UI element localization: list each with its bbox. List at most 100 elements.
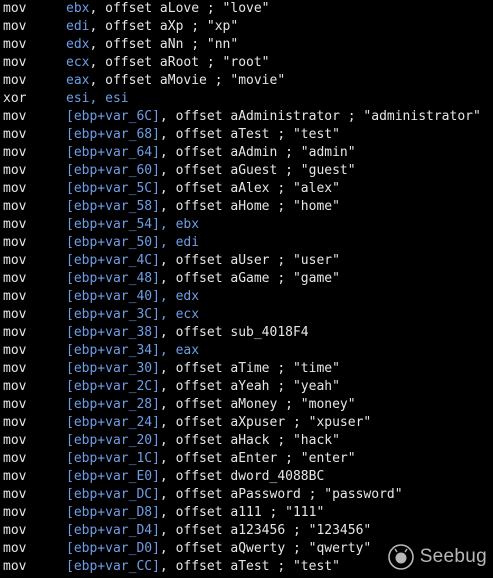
code-line[interactable]: mov [ebp+var_6C], offset aAdministrator ;… [0, 108, 493, 126]
operand-rest: , offset aMovie ; "movie" [89, 73, 286, 88]
code-line[interactable]: mov [ebp+var_48], offset aGame ; "game" [0, 270, 493, 288]
operand-rest: , offset aYeah ; "yeah" [159, 379, 340, 394]
code-line[interactable]: mov [ebp+var_34], eax [0, 342, 493, 360]
code-line[interactable]: mov ecx, offset aRoot ; "root" [0, 54, 493, 72]
operand-register: [ebp+var_38] [66, 325, 160, 340]
operand-register: [ebp+var_D0] [66, 541, 160, 556]
operand-rest: , offset aPassword ; "password" [159, 487, 403, 502]
seebug-logo-icon [387, 544, 414, 570]
code-line[interactable]: mov eax, offset aMovie ; "movie" [0, 72, 493, 90]
operand-register: [ebp+var_54], ebx [66, 217, 200, 232]
code-line[interactable]: mov [ebp+var_40], edx [0, 288, 493, 306]
operand-rest: , offset aUser ; "user" [159, 253, 340, 268]
code-line[interactable]: mov [ebp+var_24], offset aXpuser ; "xpuse… [0, 414, 493, 432]
operand-rest: , offset aHome ; "home" [159, 199, 340, 214]
operand-register: [ebp+var_4C] [66, 253, 160, 268]
mnemonic: mov [3, 397, 27, 412]
operand-register: [ebp+var_3C], ecx [66, 307, 200, 322]
mnemonic: mov [3, 541, 27, 556]
code-line[interactable]: mov [ebp+var_E0], offset dword_4088BC [0, 468, 493, 486]
mnemonic: mov [3, 487, 27, 502]
operands: [ebp+var_1C], offset aEnter ; "enter" [66, 450, 356, 468]
operand-rest: , offset aRoot ; "root" [89, 55, 270, 70]
code-line[interactable]: mov [ebp+var_60], offset aGuest ; "guest" [0, 162, 493, 180]
operands: edx, offset aNn ; "nn" [66, 36, 238, 54]
mnemonic: mov [3, 217, 27, 232]
operand-register: ecx [66, 55, 90, 70]
code-line[interactable]: mov [ebp+var_50], edi [0, 234, 493, 252]
mnemonic: mov [3, 73, 27, 88]
code-line[interactable]: mov [ebp+var_68], offset aTest ; "test" [0, 126, 493, 144]
operands: [ebp+var_CC], offset aTest ; "test" [66, 558, 340, 576]
mnemonic: mov [3, 343, 27, 358]
operand-register: edx [66, 37, 90, 52]
operand-register: [ebp+var_5C] [66, 181, 160, 196]
operands: ebx, offset aLove ; "love" [66, 0, 270, 18]
operand-rest: , offset aTime ; "time" [159, 361, 340, 376]
operand-register: [ebp+var_D8] [66, 505, 160, 520]
code-line[interactable]: mov [ebp+var_30], offset aTime ; "time" [0, 360, 493, 378]
operands: [ebp+var_64], offset aAdmin ; "admin" [66, 144, 356, 162]
operands: [ebp+var_54], ebx [66, 216, 199, 234]
operands: [ebp+var_68], offset aTest ; "test" [66, 126, 340, 144]
operand-register: [ebp+var_60] [66, 163, 160, 178]
operand-rest: , offset aAdministrator ; "administrator… [159, 109, 481, 124]
operand-rest: , offset a123456 ; "123456" [159, 523, 372, 538]
operand-register: [ebp+var_34], eax [66, 343, 200, 358]
operands: [ebp+var_D0], offset aQwerty ; "qwerty" [66, 540, 371, 558]
mnemonic: mov [3, 181, 27, 196]
operand-register: [ebp+var_64] [66, 145, 160, 160]
code-line[interactable]: mov [ebp+var_5C], offset aAlex ; "alex" [0, 180, 493, 198]
operand-register: [ebp+var_20] [66, 433, 160, 448]
code-line[interactable]: mov [ebp+var_DC], offset aPassword ; "pas… [0, 486, 493, 504]
code-line[interactable]: mov [ebp+var_58], offset aHome ; "home" [0, 198, 493, 216]
operands: [ebp+var_48], offset aGame ; "game" [66, 270, 340, 288]
code-line[interactable]: mov [ebp+var_54], ebx [0, 216, 493, 234]
operand-rest: , offset sub_4018F4 [159, 325, 309, 340]
code-line[interactable]: mov [ebp+var_64], offset aAdmin ; "admin" [0, 144, 493, 162]
operand-rest: , offset dword_4088BC [159, 469, 325, 484]
mnemonic: mov [3, 523, 27, 538]
code-line[interactable]: mov [ebp+var_28], offset aMoney ; "money" [0, 396, 493, 414]
operands: [ebp+var_28], offset aMoney ; "money" [66, 396, 356, 414]
operand-rest: , offset aLove ; "love" [89, 1, 270, 16]
operands: [ebp+var_3C], ecx [66, 306, 199, 324]
code-line[interactable]: mov [ebp+var_1C], offset aEnter ; "enter" [0, 450, 493, 468]
disassembly-listing: mov ebx, offset aLove ; "love" mov edi, off… [0, 0, 493, 576]
operands: [ebp+var_34], eax [66, 342, 199, 360]
operands: [ebp+var_2C], offset aYeah ; "yeah" [66, 378, 340, 396]
code-line[interactable]: mov ebx, offset aLove ; "love" [0, 0, 493, 18]
mnemonic: mov [3, 235, 27, 250]
mnemonic: mov [3, 325, 27, 340]
operand-rest: , offset aTest ; "test" [159, 559, 340, 574]
operand-register: [ebp+var_40], edx [66, 289, 200, 304]
code-line[interactable]: mov [ebp+var_3C], ecx [0, 306, 493, 324]
operand-rest: , offset aAlex ; "alex" [159, 181, 340, 196]
operand-register: [ebp+var_D4] [66, 523, 160, 538]
operands: [ebp+var_40], edx [66, 288, 199, 306]
code-line[interactable]: mov edi, offset aXp ; "xp" [0, 18, 493, 36]
mnemonic: mov [3, 415, 27, 430]
operands: edi, offset aXp ; "xp" [66, 18, 238, 36]
mnemonic: mov [3, 433, 27, 448]
operand-rest: , offset aGuest ; "guest" [159, 163, 356, 178]
operands: [ebp+var_50], edi [66, 234, 199, 252]
code-line[interactable]: xor esi, esi [0, 90, 493, 108]
operand-register: [ebp+var_58] [66, 199, 160, 214]
operand-rest: , offset a111 ; "111" [159, 505, 325, 520]
code-line[interactable]: mov [ebp+var_38], offset sub_4018F4 [0, 324, 493, 342]
code-line[interactable]: mov [ebp+var_D4], offset a123456 ; "12345… [0, 522, 493, 540]
operands: [ebp+var_D4], offset a123456 ; "123456" [66, 522, 371, 540]
operand-register: esi, esi [66, 91, 129, 106]
operand-register: [ebp+var_E0] [66, 469, 160, 484]
code-line[interactable]: mov [ebp+var_20], offset aHack ; "hack" [0, 432, 493, 450]
mnemonic: mov [3, 145, 27, 160]
code-line[interactable]: mov [ebp+var_D8], offset a111 ; "111" [0, 504, 493, 522]
operand-register: [ebp+var_2C] [66, 379, 160, 394]
code-line[interactable]: mov [ebp+var_2C], offset aYeah ; "yeah" [0, 378, 493, 396]
mnemonic: mov [3, 163, 27, 178]
code-line[interactable]: mov [ebp+var_4C], offset aUser ; "user" [0, 252, 493, 270]
operand-register: [ebp+var_28] [66, 397, 160, 412]
code-line[interactable]: mov edx, offset aNn ; "nn" [0, 36, 493, 54]
operand-register: [ebp+var_24] [66, 415, 160, 430]
